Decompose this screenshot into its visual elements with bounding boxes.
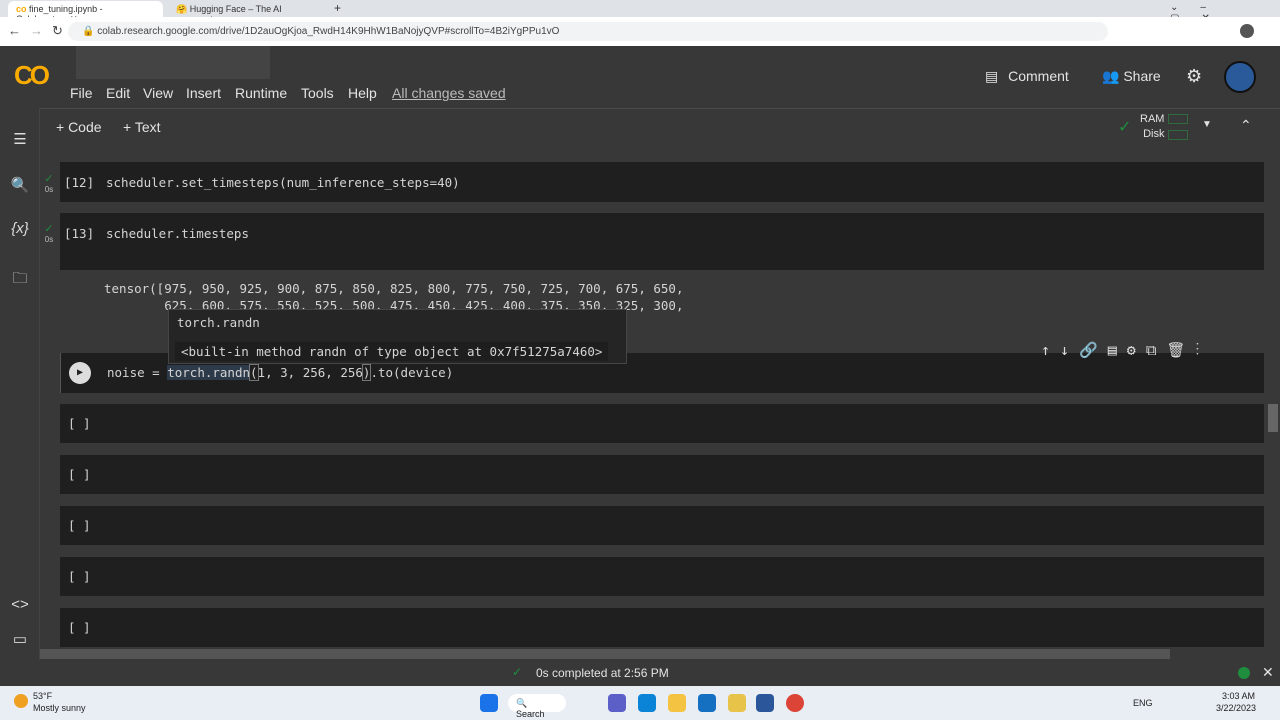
left-sidebar: ☰ 🔍 {x} 🗀 <> ▭: [0, 108, 40, 660]
windows-taskbar: 53°F Mostly sunny 🔍 Search ENG 3:03 AM 3…: [0, 686, 1280, 720]
terminal-icon[interactable]: ▭: [10, 630, 30, 648]
empty-code-cell[interactable]: [ ]: [60, 608, 1264, 647]
folder-icon[interactable]: 🗀: [10, 268, 30, 293]
add-code-button[interactable]: + Code: [56, 119, 102, 135]
menu-view[interactable]: View: [143, 85, 173, 101]
address-bar-row: ← → ↻ 🔒 colab.research.google.com/drive/…: [0, 17, 1280, 46]
cell-status: ✓ 0s: [42, 222, 56, 244]
clock-date[interactable]: 3/22/2023: [1216, 703, 1256, 713]
browser-tab-bar: co fine_tuning.ipynb - Colaboratory ✕ 🤗 …: [0, 0, 1280, 25]
cell-code[interactable]: scheduler.timesteps: [106, 226, 249, 241]
search-button[interactable]: 🔍 Search: [508, 694, 566, 719]
check-icon: ✓: [44, 173, 54, 185]
lock-icon: 🔒: [82, 26, 95, 37]
check-icon: ✓: [44, 223, 54, 235]
close-icon[interactable]: ✕: [1262, 664, 1274, 681]
tooltip-doc: <built-in method randn of type object at…: [175, 342, 609, 361]
language-indicator[interactable]: ENG: [1133, 698, 1153, 708]
move-down-icon[interactable]: ↓: [1060, 341, 1079, 359]
code-cell[interactable]: [13] scheduler.timesteps: [60, 213, 1264, 270]
mirror-cell-icon[interactable]: ⧉: [1146, 341, 1167, 359]
resources-indicator[interactable]: RAM Disk: [1140, 112, 1164, 142]
empty-code-cell[interactable]: [ ]: [60, 455, 1264, 494]
run-cell-button[interactable]: ▶: [69, 362, 91, 384]
weather-icon: [14, 694, 28, 708]
connected-check-icon: ✓: [1118, 119, 1132, 136]
explorer-icon[interactable]: [668, 694, 686, 712]
more-vert-icon[interactable]: ⋮: [1196, 341, 1210, 359]
variables-icon[interactable]: {x}: [10, 220, 30, 237]
menu-file[interactable]: File: [70, 85, 93, 101]
chrome-icon[interactable]: [786, 694, 804, 712]
cell-prompt: [13]: [64, 226, 95, 241]
reload-icon[interactable]: ↻: [52, 23, 63, 39]
status-text: 0s completed at 2:56 PM: [536, 666, 669, 680]
colab-logo[interactable]: CO: [14, 60, 50, 91]
avatar[interactable]: [1224, 61, 1256, 93]
trash-icon[interactable]: 🗑: [1167, 341, 1196, 359]
collapse-header-icon[interactable]: ⌃: [1240, 117, 1252, 134]
tooltip-title: torch.randn: [177, 315, 260, 330]
people-icon: 👥: [1102, 68, 1120, 84]
cell-code[interactable]: scheduler.set_timesteps(num_inference_st…: [106, 175, 460, 190]
back-icon[interactable]: ←: [8, 23, 21, 38]
notebook-toolbar: + Code + Text ✓ RAM Disk ▼ ⌃: [40, 108, 1280, 145]
vertical-scrollbar-thumb[interactable]: [1268, 404, 1278, 432]
empty-code-cell[interactable]: [ ]: [60, 557, 1264, 596]
share-button[interactable]: 👥 Share: [1102, 68, 1161, 85]
gear-icon[interactable]: ⚙: [1186, 66, 1202, 87]
word-icon[interactable]: [756, 694, 774, 712]
teams-icon[interactable]: [608, 694, 626, 712]
tab-huggingface[interactable]: 🤗 Hugging Face – The AI communi ✕: [168, 1, 328, 25]
code-cell[interactable]: [12] scheduler.set_timesteps(num_inferen…: [60, 162, 1264, 202]
add-text-button[interactable]: + Text: [123, 119, 161, 135]
new-tab-button[interactable]: +: [334, 1, 341, 15]
mail-icon[interactable]: [698, 694, 716, 712]
menu-help[interactable]: Help: [348, 85, 377, 101]
status-bar: ✓ 0s completed at 2:56 PM ✕: [0, 660, 1280, 686]
comment-icon: ▤: [985, 68, 999, 84]
ram-bar: [1168, 114, 1188, 124]
empty-code-cell[interactable]: [ ]: [60, 506, 1264, 545]
comment-button[interactable]: ▤ Comment: [985, 68, 1069, 85]
cell-toolbar: ↑↓🔗▤⚙⧉🗑⋮: [1041, 341, 1209, 359]
link-icon[interactable]: 🔗: [1079, 341, 1108, 359]
menu-tools[interactable]: Tools: [301, 85, 334, 101]
notebook-title[interactable]: [76, 46, 270, 79]
colab-header: CO File Edit View Insert Runtime Tools H…: [0, 46, 1280, 108]
cell-status: ✓ 0s: [42, 172, 56, 194]
menu-insert[interactable]: Insert: [186, 85, 221, 101]
comment-icon[interactable]: ▤: [1108, 341, 1127, 359]
tab-colab[interactable]: co fine_tuning.ipynb - Colaboratory ✕: [8, 1, 163, 24]
app-icon[interactable]: [728, 694, 746, 712]
move-up-icon[interactable]: ↑: [1041, 341, 1060, 359]
huggingface-favicon: 🤗: [176, 4, 188, 14]
clock-time[interactable]: 3:03 AM: [1222, 691, 1255, 701]
autocomplete-tooltip: torch.randn <built-in method randn of ty…: [168, 309, 627, 364]
horizontal-scrollbar-thumb[interactable]: [40, 649, 1170, 659]
colab-favicon: co: [16, 4, 27, 14]
disk-bar: [1168, 130, 1188, 140]
chevron-down-icon[interactable]: ▼: [1202, 119, 1212, 130]
forward-icon[interactable]: →: [30, 23, 43, 38]
check-icon: ✓: [512, 665, 523, 679]
menu-runtime[interactable]: Runtime: [235, 85, 287, 101]
start-icon[interactable]: [480, 694, 498, 712]
gear-icon[interactable]: ⚙: [1127, 341, 1146, 359]
cell-code[interactable]: noise = torch.randn(1, 3, 256, 256).to(d…: [107, 364, 453, 381]
output-line: tensor([975, 950, 925, 900, 875, 850, 82…: [104, 281, 684, 296]
url-input[interactable]: 🔒 colab.research.google.com/drive/1D2auO…: [68, 22, 1108, 41]
save-status-link[interactable]: All changes saved: [392, 85, 506, 101]
search-icon[interactable]: 🔍: [10, 176, 30, 194]
empty-code-cell[interactable]: [ ]: [60, 404, 1264, 443]
connection-dot: [1238, 667, 1250, 679]
profile-avatar[interactable]: [1240, 24, 1254, 38]
code-snippets-icon[interactable]: <>: [10, 596, 30, 613]
edge-icon[interactable]: [638, 694, 656, 712]
cell-prompt: [12]: [64, 175, 95, 190]
menu-edit[interactable]: Edit: [106, 85, 130, 101]
toc-icon[interactable]: ☰: [10, 130, 30, 148]
